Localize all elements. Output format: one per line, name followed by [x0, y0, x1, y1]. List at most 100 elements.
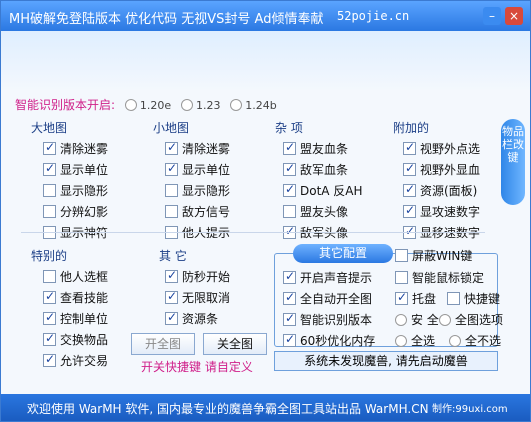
option-label: 全不选 — [465, 334, 502, 348]
option-special-2[interactable]: 控制单位 — [43, 310, 108, 327]
version-option-120e[interactable]: 1.20e — [124, 99, 171, 112]
option-special-3[interactable]: 交换物品 — [43, 331, 108, 348]
option-misc-1[interactable]: 敌军血条 — [283, 161, 348, 178]
checkbox-icon[interactable] — [165, 161, 178, 176]
option-label: 他人选框 — [60, 270, 109, 284]
checkbox-icon[interactable] — [165, 268, 178, 283]
option-label: 交换物品 — [60, 333, 109, 347]
checkbox-icon[interactable] — [283, 140, 296, 155]
checkbox-icon[interactable] — [403, 182, 416, 197]
option-big-map-0[interactable]: 清除迷雾 — [43, 140, 108, 157]
checkbox-icon[interactable] — [283, 290, 296, 305]
checkbox-icon[interactable] — [283, 269, 296, 284]
checkbox-icon[interactable] — [43, 140, 56, 155]
select-all-radio[interactable]: 全选 — [395, 332, 435, 349]
radio-icon[interactable] — [180, 99, 193, 111]
auto-open-map-checkbox[interactable]: 全自动开全图 — [283, 290, 372, 307]
minimize-button[interactable]: – — [483, 7, 501, 25]
option-other-1[interactable]: 无限取消 — [165, 289, 230, 306]
checkbox-icon[interactable] — [165, 184, 178, 197]
option-extra-1[interactable]: 视野外显血 — [403, 161, 480, 178]
option-big-map-1[interactable]: 显示单位 — [43, 161, 108, 178]
checkbox-icon[interactable] — [165, 205, 178, 218]
option-label: 视野外显血 — [420, 163, 481, 177]
checkbox-icon[interactable] — [403, 203, 416, 218]
safe-radio[interactable]: 安 全 — [395, 311, 439, 328]
radio-icon[interactable] — [449, 335, 461, 347]
checkbox-icon[interactable] — [403, 140, 416, 155]
option-special-4[interactable]: 允许交易 — [43, 352, 108, 369]
smart-version-checkbox[interactable]: 智能识别版本 — [283, 311, 372, 328]
radio-icon[interactable] — [395, 314, 407, 326]
window-title: MH破解免登陆版本 优化代码 无视VS封号 Ad倾情奉献 — [9, 12, 324, 27]
option-misc-3[interactable]: 盟友头像 — [283, 203, 348, 220]
option-other-2[interactable]: 资源条 — [165, 310, 218, 327]
checkbox-icon[interactable] — [283, 182, 296, 197]
open-map-button[interactable]: 开全图 — [131, 333, 195, 355]
option-label: 托盘 — [412, 292, 437, 306]
version-option-124b[interactable]: 1.24b — [230, 99, 277, 112]
close-map-button[interactable]: 关全图 — [203, 333, 267, 355]
option-extra-2[interactable]: 资源(面板) — [403, 182, 477, 199]
checkbox-icon[interactable] — [43, 161, 56, 176]
group-title-big-map: 大地图 — [31, 121, 68, 135]
option-mini-map-0[interactable]: 清除迷雾 — [165, 140, 230, 157]
option-big-map-2[interactable]: 显示隐形 — [43, 182, 108, 199]
checkbox-icon[interactable] — [283, 311, 296, 326]
checkbox-icon[interactable] — [165, 310, 178, 325]
checkbox-icon[interactable] — [43, 184, 56, 197]
shield-win-key-checkbox[interactable]: 屏蔽WIN键 — [395, 247, 472, 264]
option-misc-2[interactable]: DotA 反AH — [283, 182, 363, 199]
inventory-hotkey-button[interactable]: 物品栏改键 — [501, 119, 525, 205]
checkbox-icon[interactable] — [283, 205, 296, 218]
version-option-123[interactable]: 1.23 — [180, 99, 220, 112]
full-map-options-radio[interactable]: 全图选项 — [439, 311, 503, 328]
option-label: 全自动开全图 — [300, 292, 373, 306]
checkbox-icon[interactable] — [43, 310, 56, 325]
option-extra-3[interactable]: 显攻速数字 — [403, 203, 480, 220]
option-mini-map-2[interactable]: 显示隐形 — [165, 182, 230, 199]
checkbox-icon[interactable] — [447, 292, 460, 305]
option-big-map-3[interactable]: 分辨幻影 — [43, 203, 108, 220]
option-mini-map-1[interactable]: 显示单位 — [165, 161, 230, 178]
checkbox-icon[interactable] — [165, 289, 178, 304]
checkbox-icon[interactable] — [43, 352, 56, 367]
checkbox-icon[interactable] — [43, 270, 56, 283]
checkbox-icon[interactable] — [43, 331, 56, 346]
checkbox-icon[interactable] — [395, 249, 408, 262]
option-label: 快捷键 — [464, 292, 501, 306]
checkbox-icon[interactable] — [403, 161, 416, 176]
checkbox-icon[interactable] — [165, 140, 178, 155]
option-label: 清除迷雾 — [182, 142, 231, 156]
quick-key-checkbox[interactable]: 快捷键 — [447, 290, 500, 307]
smart-mouse-lock-checkbox[interactable]: 智能鼠标锁定 — [395, 269, 484, 286]
radio-icon[interactable] — [439, 314, 451, 326]
option-special-1[interactable]: 查看技能 — [43, 289, 108, 306]
radio-icon[interactable] — [124, 99, 137, 111]
option-label: 控制单位 — [60, 312, 109, 326]
option-label: 显示单位 — [182, 163, 231, 177]
checkbox-icon[interactable] — [395, 290, 408, 305]
checkbox-icon[interactable] — [43, 205, 56, 218]
checkbox-icon[interactable] — [43, 289, 56, 304]
option-label: 智能识别版本 — [300, 313, 373, 327]
tray-checkbox[interactable]: 托盘 — [395, 290, 436, 307]
hotkey-link[interactable]: 开关快捷键 请自定义 — [141, 358, 253, 375]
option-other-0[interactable]: 防秒开始 — [165, 268, 230, 285]
option-mini-map-3[interactable]: 敌方信号 — [165, 203, 230, 220]
checkbox-icon[interactable] — [395, 271, 408, 284]
option-label: 盟友头像 — [300, 205, 349, 219]
option-special-0[interactable]: 他人选框 — [43, 268, 108, 285]
close-button[interactable]: × — [505, 7, 523, 25]
option-misc-0[interactable]: 盟友血条 — [283, 140, 348, 157]
radio-icon[interactable] — [395, 335, 407, 347]
sound-alert-checkbox[interactable]: 开启声音提示 — [283, 269, 372, 286]
option-label: 显攻速数字 — [420, 205, 481, 219]
memory-optimize-checkbox[interactable]: 60秒优化内存 — [283, 332, 375, 349]
select-none-radio[interactable]: 全不选 — [449, 332, 501, 349]
option-extra-0[interactable]: 视野外点选 — [403, 140, 480, 157]
checkbox-icon[interactable] — [283, 332, 296, 347]
option-label: 显移速数字 — [420, 226, 481, 240]
radio-icon[interactable] — [230, 99, 243, 111]
checkbox-icon[interactable] — [283, 161, 296, 176]
